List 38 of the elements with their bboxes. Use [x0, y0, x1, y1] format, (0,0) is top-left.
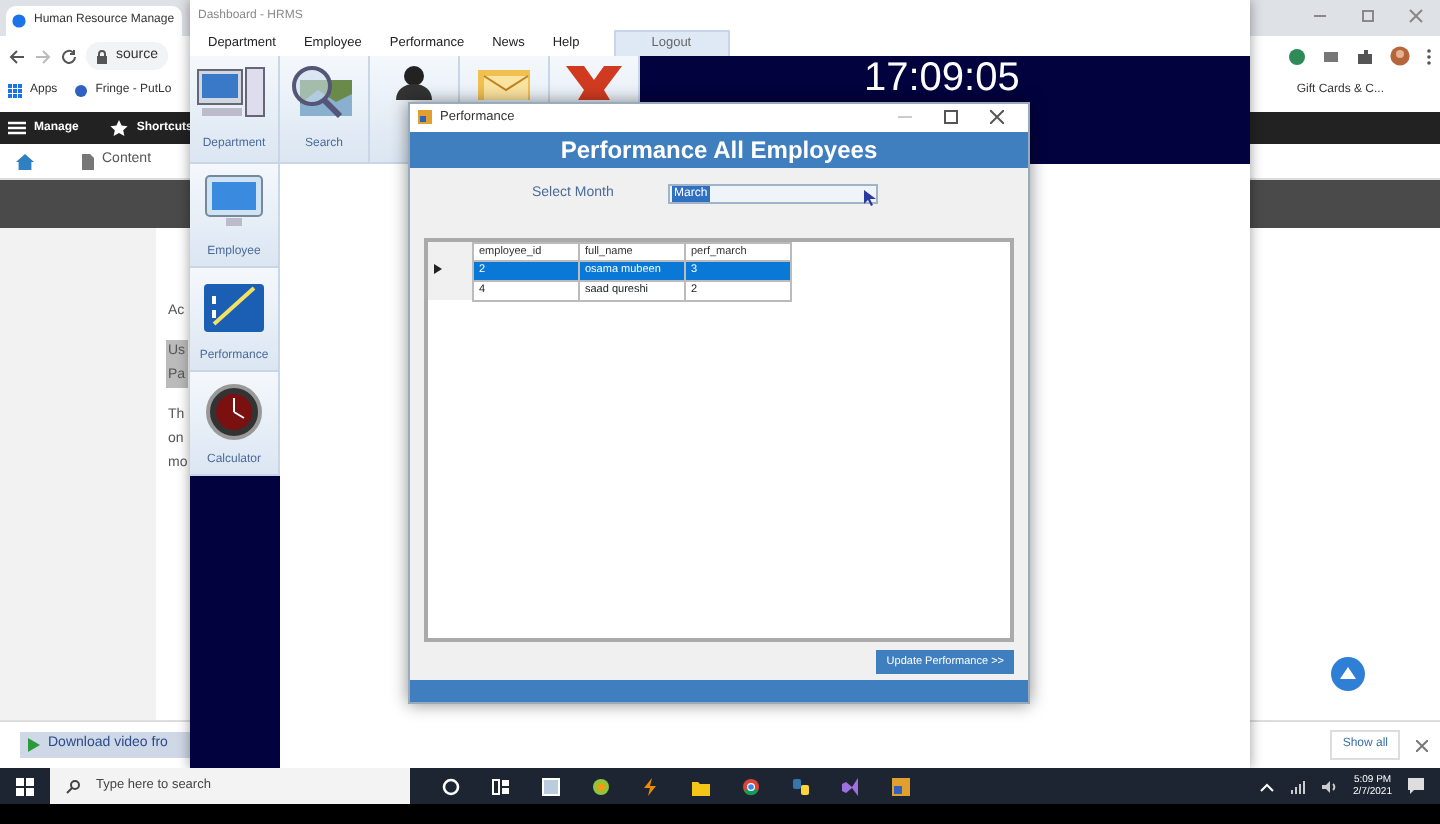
current-row-icon	[434, 264, 442, 275]
menu-icon	[8, 120, 26, 136]
avatar-icon[interactable]	[1390, 46, 1410, 66]
dialog-heading: Performance All Employees	[560, 133, 878, 168]
play-icon	[28, 738, 40, 752]
cursor-icon	[864, 190, 876, 207]
chevron-up-icon[interactable]	[1259, 781, 1274, 791]
notification-icon[interactable]	[1408, 778, 1424, 794]
visual-studio-icon[interactable]	[842, 777, 860, 795]
globe-icon	[12, 14, 26, 28]
volume-icon[interactable]	[1321, 779, 1338, 793]
network-icon[interactable]	[1289, 779, 1306, 793]
task-view-icon[interactable]	[492, 777, 510, 795]
bolt-icon[interactable]	[642, 777, 660, 795]
envelope-icon	[474, 64, 534, 100]
document-icon	[82, 153, 94, 169]
search-icon	[66, 779, 80, 793]
reload-icon[interactable]	[60, 47, 78, 65]
star-icon	[110, 120, 129, 136]
close-icon[interactable]	[990, 110, 1004, 125]
lock-icon	[96, 49, 108, 63]
app-icon	[418, 110, 432, 125]
app-icon[interactable]	[892, 777, 910, 795]
windows-icon[interactable]	[16, 777, 34, 795]
tablet-icon[interactable]	[542, 777, 560, 795]
back-icon[interactable]	[8, 47, 26, 65]
maximize-icon[interactable]	[944, 110, 958, 125]
home-icon[interactable]	[16, 153, 34, 169]
x-mark-icon	[564, 64, 624, 100]
cortana-icon[interactable]	[442, 777, 460, 795]
close-icon[interactable]	[1416, 739, 1428, 751]
clock-time: 17:09:05	[864, 58, 1022, 98]
bookmark-icon	[73, 83, 88, 97]
chrome-icon[interactable]	[742, 777, 760, 795]
scroll-top-icon[interactable]	[1330, 656, 1366, 692]
menu-icon[interactable]	[1426, 47, 1432, 65]
apps-icon	[8, 83, 22, 97]
folder-icon[interactable]	[692, 777, 710, 795]
